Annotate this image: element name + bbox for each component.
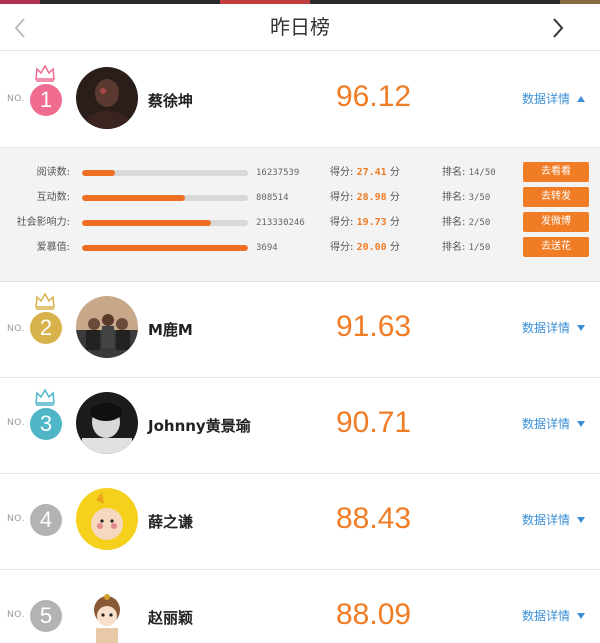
detail-panel: 阅读数: 16237539 得分: 27.41 分 排名: 14/50 去看看 …: [0, 148, 600, 282]
score-value: 91.63: [336, 310, 412, 343]
crown-icon: [35, 64, 55, 82]
rank-badge: 4: [30, 504, 62, 536]
crown-icon: [35, 292, 55, 310]
artist-name: 蔡徐坤: [148, 92, 194, 110]
stat-score: 得分: 27.41 分: [330, 163, 400, 183]
progress-track: [82, 170, 248, 176]
rank-prefix: 排名:: [442, 192, 466, 203]
score-prefix: 得分:: [330, 242, 354, 253]
caret-down-icon[interactable]: [577, 421, 585, 427]
stat-row: 互动数: 808514 得分: 28.98 分 排名: 3/50 去转发: [0, 187, 600, 208]
rank-prefix: 排名:: [442, 217, 466, 228]
ranking-row: NO. 5 赵丽颖 88.09 数据详情: [0, 570, 600, 643]
score-prefix: 得分:: [330, 167, 354, 178]
caret-down-icon[interactable]: [577, 325, 585, 331]
action-button[interactable]: 去转发: [523, 187, 589, 207]
data-detail-link[interactable]: 数据详情: [522, 607, 570, 624]
avatar[interactable]: [76, 296, 138, 358]
stat-label: 互动数:: [36, 192, 70, 203]
artist-name: Johnny黄景瑜: [148, 417, 251, 435]
progress-fill: [82, 195, 185, 201]
avatar[interactable]: [76, 584, 138, 643]
stat-score: 得分: 20.00 分: [330, 238, 400, 258]
stat-row: 阅读数: 16237539 得分: 27.41 分 排名: 14/50 去看看: [0, 162, 600, 183]
action-button[interactable]: 去送花: [523, 237, 589, 257]
stat-row: 社会影响力: 213330246 得分: 19.73 分 排名: 2/50 发微…: [0, 212, 600, 233]
stat-value: 16237539: [256, 168, 300, 178]
stat-row: 爱慕值: 3694 得分: 20.00 分 排名: 1/50 去送花: [0, 237, 600, 258]
data-detail-link[interactable]: 数据详情: [522, 415, 570, 432]
caret-up-icon[interactable]: [577, 96, 585, 102]
score-number: 20.00: [356, 242, 387, 253]
no-label: NO.: [7, 610, 25, 620]
data-detail-link[interactable]: 数据详情: [522, 90, 570, 107]
score-unit: 分: [389, 192, 400, 203]
progress-track: [82, 195, 248, 201]
progress-track: [82, 220, 248, 226]
crown-icon: [35, 388, 55, 406]
score-value: 90.71: [336, 406, 412, 439]
stat-label: 社会影响力:: [16, 217, 70, 228]
caret-down-icon[interactable]: [577, 613, 585, 619]
rank-prefix: 排名:: [442, 242, 466, 253]
stat-score: 得分: 28.98 分: [330, 188, 400, 208]
rank-badge: 3: [30, 408, 62, 440]
rank-badge: 1: [30, 84, 62, 116]
no-label: NO.: [7, 514, 25, 524]
score-value: 88.09: [336, 598, 412, 631]
score-unit: 分: [389, 217, 400, 228]
score-prefix: 得分:: [330, 217, 354, 228]
rank-badge: 2: [30, 312, 62, 344]
no-label: NO.: [7, 418, 25, 428]
data-detail-link[interactable]: 数据详情: [522, 319, 570, 336]
ranking-row: NO. 1 蔡徐坤 96.12 数据详情: [0, 52, 600, 148]
score-number: 19.73: [356, 217, 387, 228]
progress-track: [82, 245, 248, 251]
artist-name: 薛之谦: [148, 513, 194, 531]
caret-down-icon[interactable]: [577, 517, 585, 523]
rank-number: 3/50: [468, 193, 491, 203]
stat-label: 阅读数:: [36, 167, 70, 178]
rank-badge: 5: [30, 600, 62, 632]
stat-label: 爱慕值:: [36, 242, 70, 253]
action-button[interactable]: 发微博: [523, 212, 589, 232]
score-number: 28.98: [356, 192, 387, 203]
stat-rank: 排名: 2/50: [442, 213, 490, 233]
ranking-row: NO. 3 Johnny黄景瑜 90.71 数据详情: [0, 378, 600, 474]
rank-number: 14/50: [468, 168, 496, 178]
stat-value: 3694: [256, 243, 278, 253]
data-detail-link[interactable]: 数据详情: [522, 511, 570, 528]
no-label: NO.: [7, 94, 25, 104]
score-prefix: 得分:: [330, 192, 354, 203]
header-bar: 昨日榜: [0, 4, 600, 51]
artist-name: 赵丽颖: [148, 609, 194, 627]
stat-rank: 排名: 1/50: [442, 238, 490, 258]
avatar[interactable]: [76, 392, 138, 454]
action-button[interactable]: 去看看: [523, 162, 589, 182]
stat-value: 213330246: [256, 218, 305, 228]
artist-name: M鹿M: [148, 321, 193, 339]
score-unit: 分: [389, 242, 400, 253]
no-label: NO.: [7, 324, 25, 334]
avatar[interactable]: [76, 488, 138, 550]
page-title: 昨日榜: [270, 15, 330, 39]
rank-prefix: 排名:: [442, 167, 466, 178]
chevron-right-icon[interactable]: [547, 16, 569, 40]
progress-fill: [82, 170, 116, 176]
score-number: 27.41: [356, 167, 387, 178]
progress-fill: [82, 220, 212, 226]
ranking-row: NO. 2 M鹿M 91.63 数据详情: [0, 282, 600, 378]
score-value: 96.12: [336, 80, 412, 113]
stat-score: 得分: 19.73 分: [330, 213, 400, 233]
score-value: 88.43: [336, 502, 412, 535]
score-unit: 分: [389, 167, 400, 178]
stat-value: 808514: [256, 193, 289, 203]
stat-rank: 排名: 14/50: [442, 163, 496, 183]
ranking-row: NO. 4 薛之谦 88.43 数据详情: [0, 474, 600, 570]
progress-fill: [82, 245, 248, 251]
rank-number: 2/50: [468, 218, 491, 228]
rank-number: 1/50: [468, 243, 491, 253]
avatar[interactable]: [76, 67, 138, 129]
stat-rank: 排名: 3/50: [442, 188, 490, 208]
